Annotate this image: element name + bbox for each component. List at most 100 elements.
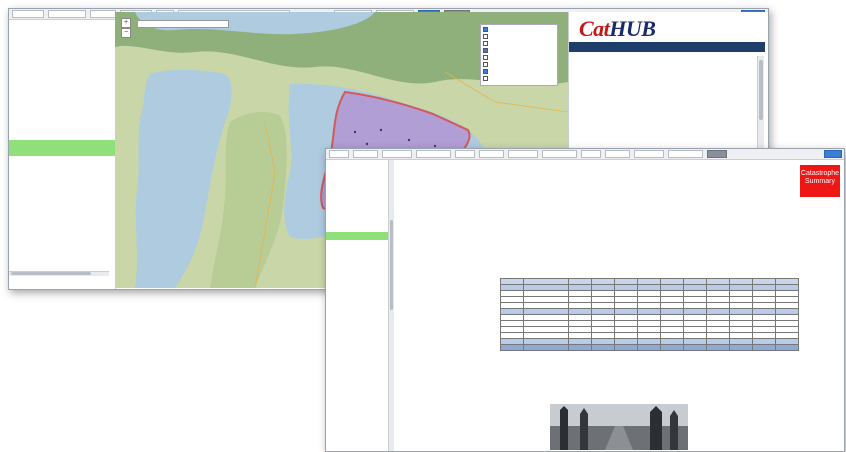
sidebar-item[interactable]	[326, 256, 388, 264]
sidebar-item[interactable]	[9, 52, 115, 60]
table-cell	[637, 344, 661, 351]
sidebar-item[interactable]	[326, 216, 388, 224]
event-summary-text	[395, 248, 835, 260]
sidebar-item[interactable]	[9, 44, 115, 52]
sidebar-item[interactable]	[326, 312, 388, 320]
meteorological-description-text	[395, 378, 835, 400]
sidebar-item[interactable]	[326, 432, 388, 440]
legend-checkbox[interactable]	[483, 62, 488, 67]
report-toolbar-button[interactable]	[542, 150, 577, 158]
sidebar-item[interactable]	[326, 344, 388, 352]
table-row	[500, 344, 799, 351]
sidebar-item[interactable]	[9, 132, 115, 140]
sidebar-item[interactable]	[9, 60, 115, 68]
sidebar-item[interactable]	[9, 108, 115, 116]
sidebar-item[interactable]	[9, 84, 115, 92]
report-toolbar-button[interactable]	[605, 150, 630, 158]
report-login-button[interactable]	[824, 150, 842, 158]
sidebar-item[interactable]	[9, 36, 115, 44]
report-toolbar-button[interactable]	[668, 150, 703, 158]
sidebar-item[interactable]	[326, 296, 388, 304]
legend-checkbox[interactable]	[483, 48, 488, 53]
report-toolbar-button[interactable]	[353, 150, 378, 158]
report-toolbar-button[interactable]	[634, 150, 664, 158]
legend-checkbox[interactable]	[483, 76, 488, 81]
legend-item[interactable]	[483, 55, 555, 62]
sidebar-item[interactable]	[326, 408, 388, 416]
sidebar-item[interactable]	[326, 368, 388, 376]
report-toolbar-button[interactable]	[455, 150, 475, 158]
sidebar-item[interactable]	[326, 168, 388, 176]
sidebar-item[interactable]	[326, 352, 388, 360]
toolbar-button-1[interactable]	[12, 10, 44, 18]
sidebar-item[interactable]	[326, 184, 388, 192]
report-toolbar-button[interactable]	[416, 150, 451, 158]
report-sidebar-scrollbar[interactable]	[388, 160, 394, 451]
sidebar-item[interactable]	[326, 264, 388, 272]
sidebar-item[interactable]	[9, 28, 115, 36]
sidebar-item[interactable]	[326, 440, 388, 448]
toolbar-button-3[interactable]	[90, 10, 116, 18]
catastrophe-summary-badge[interactable]: Catastrophe Summary	[800, 165, 840, 197]
sidebar-item[interactable]	[326, 288, 388, 296]
map-search-field[interactable]	[137, 20, 229, 28]
sidebar-item[interactable]	[326, 400, 388, 408]
sidebar-item[interactable]	[9, 92, 115, 100]
sidebar-item[interactable]	[326, 376, 388, 384]
legend-checkbox[interactable]	[483, 41, 488, 46]
sidebar-item[interactable]	[326, 232, 388, 240]
sidebar-item[interactable]	[9, 140, 115, 148]
sidebar-item[interactable]	[326, 336, 388, 344]
sidebar-item[interactable]	[9, 76, 115, 84]
sidebar-item[interactable]	[326, 272, 388, 280]
legend-checkbox[interactable]	[483, 27, 488, 32]
zoom-out-button[interactable]: −	[121, 28, 131, 38]
sidebar-item[interactable]	[326, 248, 388, 256]
sidebar-item[interactable]	[326, 192, 388, 200]
legend-item[interactable]	[483, 69, 555, 76]
sidebar-item[interactable]	[326, 392, 388, 400]
sidebar-item[interactable]	[326, 280, 388, 288]
legend-item[interactable]	[483, 34, 555, 41]
sidebar-item[interactable]	[326, 160, 388, 168]
report-toolbar-button[interactable]	[382, 150, 412, 158]
sidebar-item[interactable]	[326, 304, 388, 312]
report-toolbar-button[interactable]	[479, 150, 504, 158]
legend-checkbox[interactable]	[483, 69, 488, 74]
sidebar-item[interactable]	[326, 320, 388, 328]
sidebar-item[interactable]	[326, 176, 388, 184]
sidebar-item[interactable]	[326, 360, 388, 368]
report-toolbar-button[interactable]	[508, 150, 538, 158]
legend-item[interactable]	[483, 76, 555, 83]
sidebar-item[interactable]	[326, 328, 388, 336]
legend-checkbox[interactable]	[483, 55, 488, 60]
legend-item[interactable]	[483, 27, 555, 34]
sidebar-item[interactable]	[9, 116, 115, 124]
sidebar-item[interactable]	[326, 416, 388, 424]
zoom-in-button[interactable]: +	[121, 18, 131, 28]
sidebar-item[interactable]	[9, 100, 115, 108]
sidebar-item[interactable]	[9, 20, 115, 28]
toolbar-button-2[interactable]	[48, 10, 86, 18]
sidebar-scrollbar[interactable]	[9, 271, 109, 276]
sidebar-item[interactable]	[326, 224, 388, 232]
sidebar-item[interactable]	[326, 424, 388, 432]
sidebar-item[interactable]	[326, 208, 388, 216]
sidebar-item[interactable]	[326, 240, 388, 248]
report-toolbar-button[interactable]	[581, 150, 601, 158]
logo-hub: HUB	[609, 16, 656, 41]
sidebar-item[interactable]	[9, 148, 115, 156]
legend-item[interactable]	[483, 48, 555, 55]
sidebar-item[interactable]	[9, 68, 115, 76]
table-cell	[775, 344, 799, 351]
report-toolbar-button[interactable]	[707, 150, 727, 158]
report-link[interactable]	[395, 217, 396, 222]
sidebar-item[interactable]	[326, 384, 388, 392]
sidebar-item[interactable]	[9, 124, 115, 132]
legend-checkbox[interactable]	[483, 34, 488, 39]
legend-item[interactable]	[483, 41, 555, 48]
logo-cat: Cat	[579, 16, 610, 41]
legend-item[interactable]	[483, 62, 555, 69]
report-toolbar-button[interactable]	[329, 150, 349, 158]
sidebar-item[interactable]	[326, 200, 388, 208]
